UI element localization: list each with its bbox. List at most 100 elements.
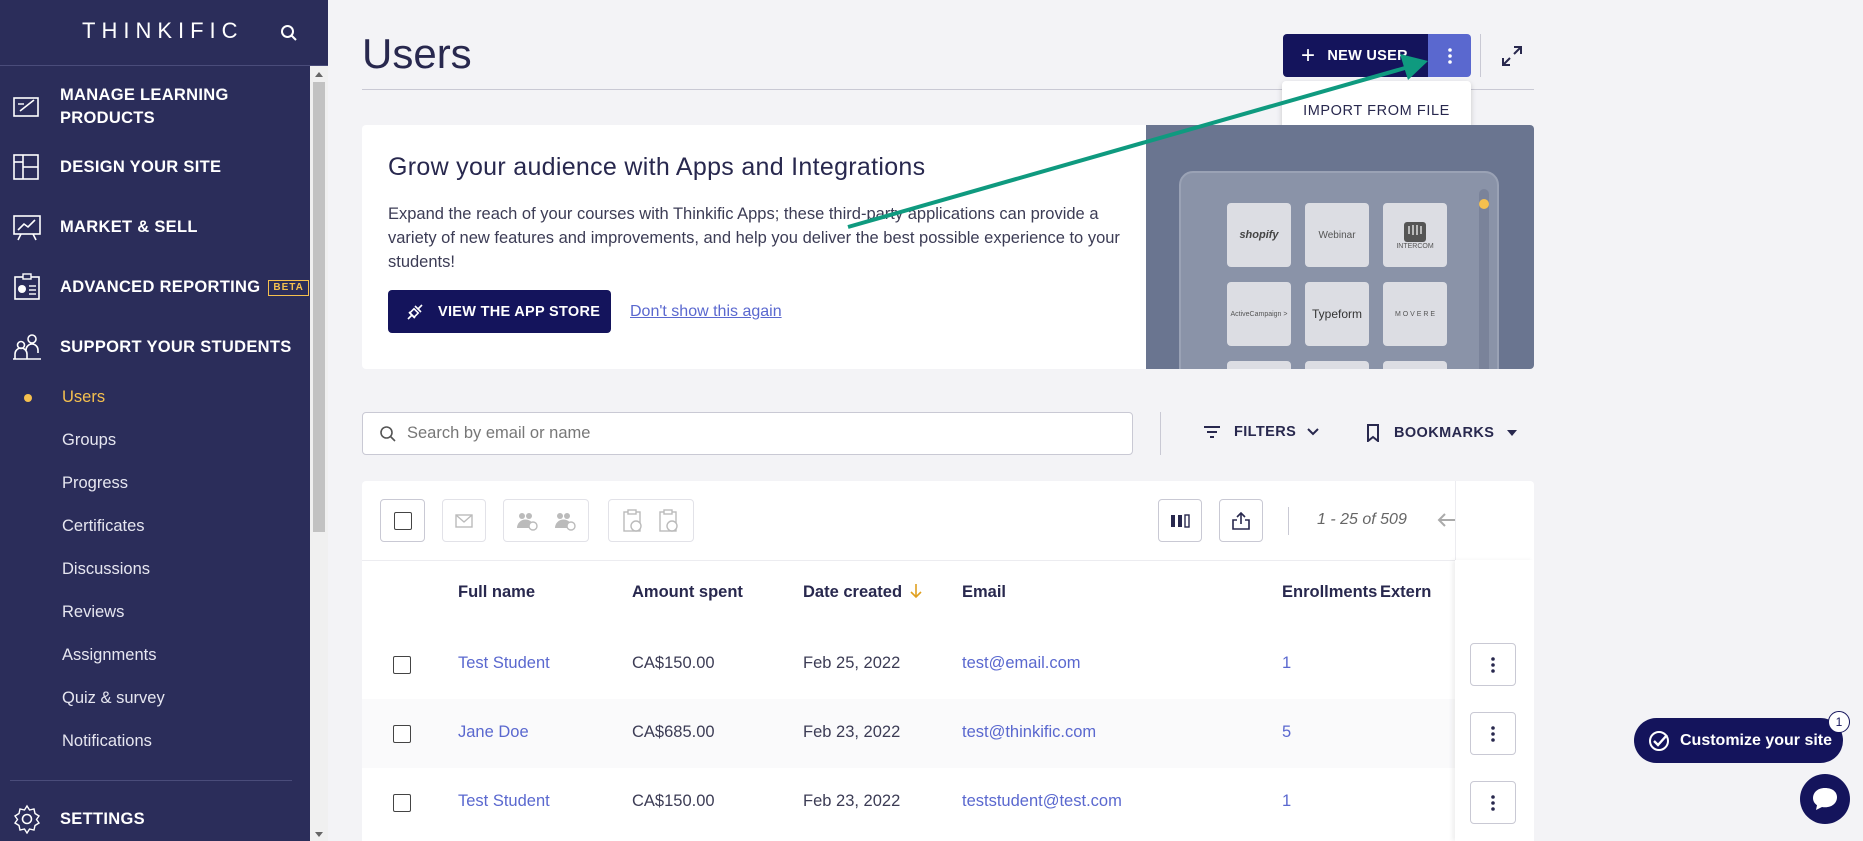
amount-spent: CA$685.00	[632, 723, 715, 741]
customize-your-site-button[interactable]: Customize your site	[1634, 718, 1843, 763]
chat-button[interactable]	[1800, 774, 1850, 824]
col-header-amount-spent[interactable]: Amount spent	[632, 583, 743, 602]
typeform-tile: Typeform	[1305, 282, 1369, 346]
filters-button[interactable]: FILTERS	[1202, 424, 1320, 440]
sub-item-reviews[interactable]: Reviews	[62, 603, 124, 622]
sub-item-discussions[interactable]: Discussions	[62, 560, 150, 579]
scrollbar-thumb[interactable]	[313, 82, 325, 532]
search-input[interactable]	[407, 424, 1087, 443]
sidebar-scrollbar[interactable]	[310, 66, 328, 841]
columns-button[interactable]	[1158, 499, 1202, 542]
nav-manage-learning-products[interactable]: MANAGE LEARNING PRODUCTS	[0, 84, 310, 130]
bookmarks-label: BOOKMARKS	[1394, 425, 1495, 441]
nav-label-reporting: ADVANCED REPORTING BETA	[60, 276, 309, 299]
tablet-indicator-dot	[1479, 199, 1489, 209]
enrollments-link[interactable]: 5	[1282, 723, 1291, 742]
nav-settings[interactable]: SETTINGS	[0, 804, 310, 834]
sidebar: THINKIFIC MANAGE LEARNING PRODUCTS DESIGN…	[0, 0, 328, 841]
nav-label-market: MARKET & SELL	[60, 218, 198, 236]
sub-item-certificates[interactable]: Certificates	[62, 517, 145, 536]
nav-support-your-students[interactable]: SUPPORT YOUR STUDENTS	[0, 332, 310, 362]
row-checkbox[interactable]	[393, 725, 411, 743]
col-header-date-created[interactable]: Date created	[803, 583, 922, 602]
enroll-icon	[623, 508, 642, 532]
user-name-link[interactable]: Test Student	[458, 654, 550, 673]
email-link[interactable]: test@thinkific.com	[962, 723, 1096, 742]
add-to-group-icon	[517, 512, 538, 531]
report-icon	[14, 273, 40, 300]
amount-spent: CA$150.00	[632, 654, 715, 672]
col-header-email[interactable]: Email	[962, 583, 1006, 602]
chart-board-icon	[13, 215, 41, 241]
blank-tile-3	[1383, 361, 1447, 369]
col-header-enrollments[interactable]: Enrollments	[1282, 583, 1377, 602]
intercom-tile-label: INTERCOM	[1396, 242, 1434, 250]
email-link[interactable]: teststudent@test.com	[962, 792, 1122, 811]
sub-item-progress[interactable]: Progress	[62, 474, 128, 493]
students-icon	[13, 334, 41, 360]
vertical-dots-icon	[1491, 725, 1495, 742]
chevron-down-icon	[1307, 428, 1319, 436]
nav-label-settings: SETTINGS	[60, 810, 145, 828]
col-header-external[interactable]: Extern	[1380, 583, 1431, 602]
user-name-link[interactable]: Jane Doe	[458, 723, 529, 742]
export-button[interactable]	[1219, 499, 1263, 542]
toolbar-divider	[1160, 412, 1161, 455]
sub-item-notifications[interactable]: Notifications	[62, 732, 152, 751]
table-row: Test Student CA$150.00 Feb 25, 2022 test…	[362, 630, 1455, 699]
nav-design-your-site[interactable]: DESIGN YOUR SITE	[0, 152, 310, 182]
banner-title: Grow your audience with Apps and Integra…	[388, 153, 926, 181]
pagination-info: 1 - 25 of 509	[1317, 511, 1407, 528]
view-app-store-button[interactable]: VIEW THE APP STORE	[388, 290, 611, 333]
customize-label: Customize your site	[1680, 731, 1833, 749]
notification-count-badge: 1	[1828, 711, 1850, 733]
edit-board-icon	[13, 97, 39, 117]
row-actions-button[interactable]	[1470, 781, 1516, 824]
select-all-checkbox[interactable]	[380, 499, 425, 542]
table-top-divider	[362, 560, 1534, 561]
row-checkbox[interactable]	[393, 794, 411, 812]
sub-item-assignments[interactable]: Assignments	[62, 646, 156, 665]
nav-market-and-sell[interactable]: MARKET & SELL	[0, 212, 310, 242]
more-options-button[interactable]	[1428, 34, 1471, 77]
dont-show-again-link[interactable]: Don't show this again	[630, 303, 782, 321]
expand-icon[interactable]	[1500, 44, 1524, 68]
activecampaign-tile: ActiveCampaign >	[1227, 282, 1291, 346]
group-actions-button[interactable]	[503, 499, 589, 542]
filters-label: FILTERS	[1234, 424, 1297, 440]
check-circle-icon	[1649, 730, 1669, 751]
columns-icon	[1171, 513, 1190, 528]
page-title: Users	[362, 30, 472, 77]
scroll-up-arrow[interactable]	[315, 72, 323, 77]
app-store-label: VIEW THE APP STORE	[438, 303, 601, 320]
sidebar-header: THINKIFIC	[0, 0, 328, 66]
search-box[interactable]	[362, 412, 1133, 455]
row-checkbox[interactable]	[393, 656, 411, 674]
row-actions-button[interactable]	[1470, 643, 1516, 686]
beta-badge: BETA	[268, 280, 309, 296]
blank-tile-1	[1227, 361, 1291, 369]
row-actions-button[interactable]	[1470, 712, 1516, 755]
enrollments-link[interactable]: 1	[1282, 792, 1291, 811]
scroll-down-arrow[interactable]	[315, 832, 323, 837]
new-user-button[interactable]: + NEW USER	[1283, 34, 1428, 77]
bookmarks-button[interactable]: BOOKMARKS	[1366, 424, 1518, 442]
col-header-full-name[interactable]: Full name	[458, 583, 535, 602]
search-icon[interactable]	[280, 24, 298, 42]
enrollments-link[interactable]: 1	[1282, 654, 1291, 673]
enrollment-actions-button[interactable]	[608, 499, 694, 542]
thinkific-logo[interactable]: THINKIFIC	[82, 18, 244, 44]
sub-item-users[interactable]: Users	[62, 388, 105, 407]
sub-item-quiz-survey[interactable]: Quiz & survey	[62, 689, 165, 708]
email-link[interactable]: test@email.com	[962, 654, 1081, 673]
header-divider	[1480, 34, 1481, 77]
nav-advanced-reporting[interactable]: ADVANCED REPORTING BETA	[0, 272, 310, 302]
vertical-dots-icon	[1491, 656, 1495, 673]
email-users-button[interactable]	[442, 499, 486, 542]
sub-item-groups[interactable]: Groups	[62, 431, 116, 450]
user-name-link[interactable]: Test Student	[458, 792, 550, 811]
checkbox-box	[393, 511, 412, 530]
import-from-file-item[interactable]: IMPORT FROM FILE	[1303, 103, 1450, 119]
tablet-scrollbar	[1479, 189, 1489, 369]
nav-label-support: SUPPORT YOUR STUDENTS	[60, 338, 292, 356]
